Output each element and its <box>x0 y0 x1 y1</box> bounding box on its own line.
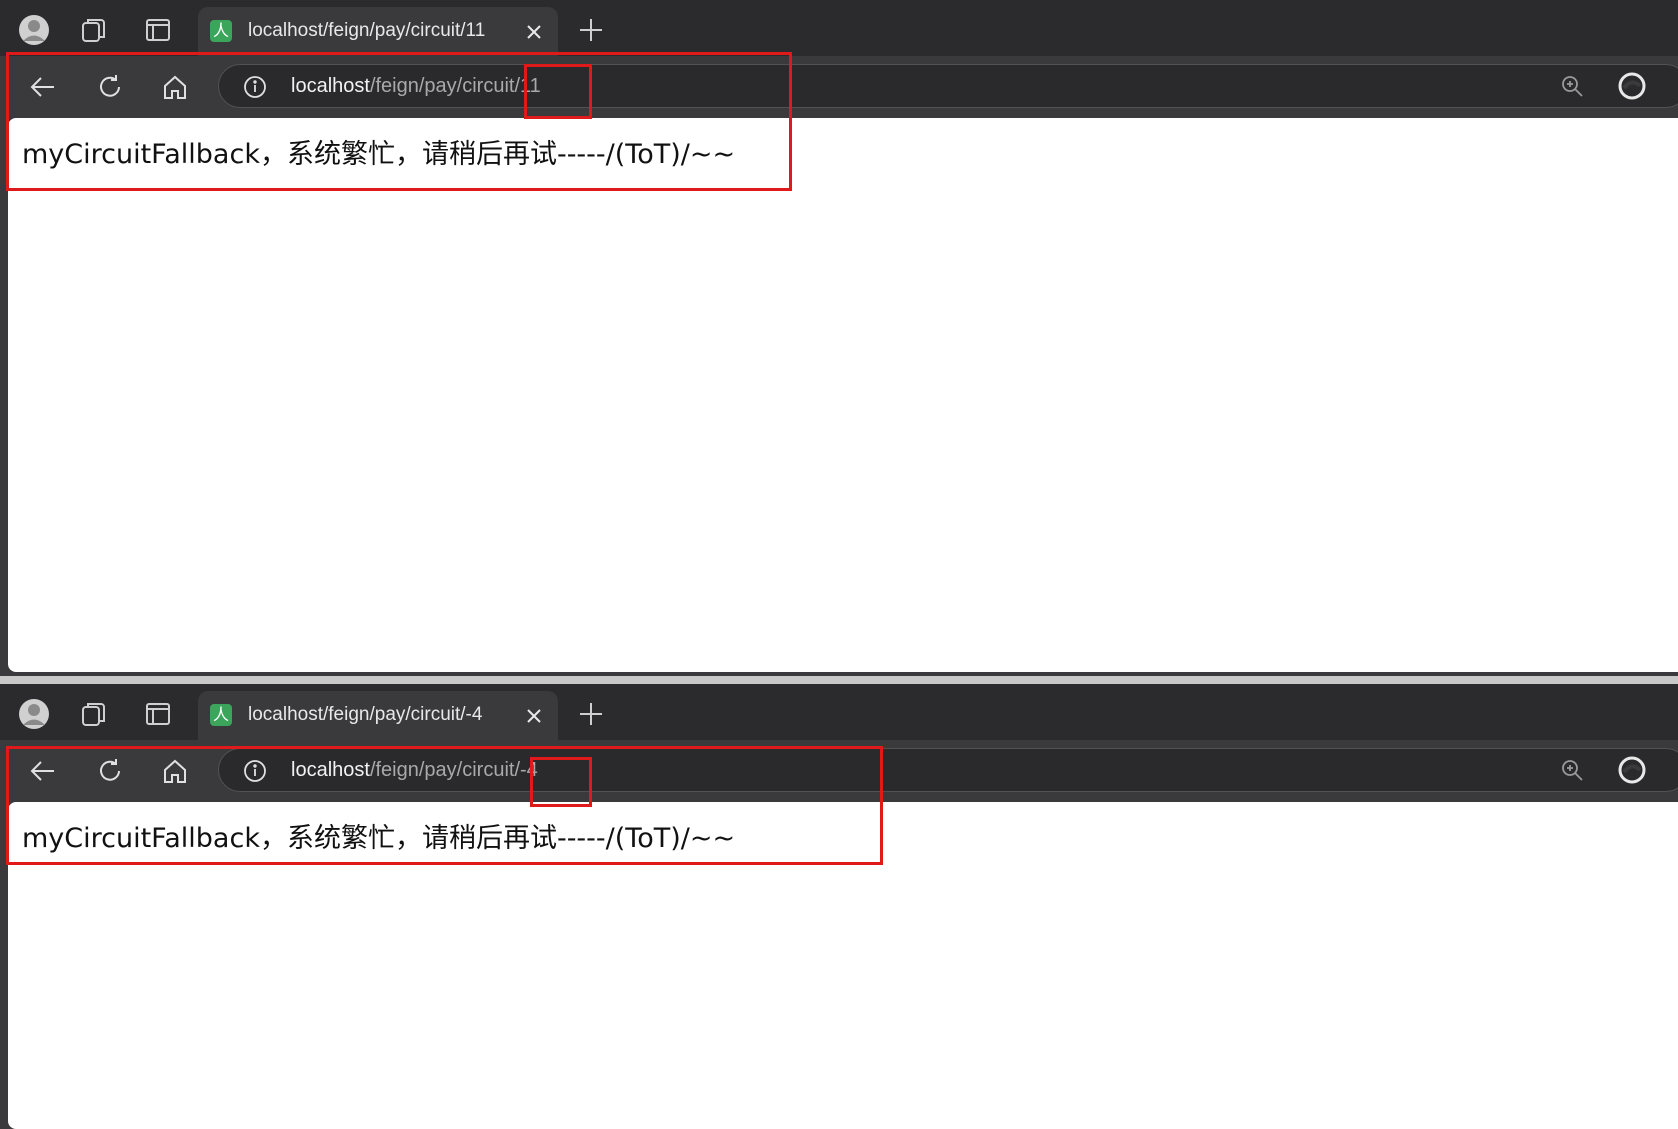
info-icon[interactable] <box>243 759 267 783</box>
close-icon[interactable] <box>524 22 544 42</box>
page-content: myCircuitFallback，系统繁忙，请稍后再试-----/(ToT)/… <box>8 118 1678 672</box>
workspaces-icon[interactable] <box>78 14 110 46</box>
browser-window-1: 人 localhost/feign/pay/circuit/11 localho… <box>0 0 1678 680</box>
zoom-icon[interactable] <box>1560 758 1584 782</box>
url-path: /feign/pay/circuit/11 <box>369 75 541 97</box>
browser-window-2: 人 localhost/feign/pay/circuit/-4 localho… <box>0 684 1678 1129</box>
reload-icon[interactable] <box>95 756 125 786</box>
plus-icon[interactable] <box>578 17 604 43</box>
toolbar: localhost/feign/pay/circuit/11 <box>0 56 1678 116</box>
zoom-icon[interactable] <box>1560 74 1584 98</box>
edge-icon[interactable] <box>1618 756 1646 784</box>
tab-title: localhost/feign/pay/circuit/11 <box>248 20 486 41</box>
url-host: localhost <box>291 759 370 781</box>
workspaces-icon[interactable] <box>78 698 110 730</box>
tab-active[interactable]: 人 localhost/feign/pay/circuit/-4 <box>198 691 558 740</box>
home-icon[interactable] <box>160 756 190 786</box>
url-text[interactable]: localhost/feign/pay/circuit/11 <box>291 75 541 98</box>
close-icon[interactable] <box>524 706 544 726</box>
profile-icon[interactable] <box>18 698 50 730</box>
vertical-tabs-icon[interactable] <box>142 14 174 46</box>
reload-icon[interactable] <box>95 72 125 102</box>
page-content: myCircuitFallback，系统繁忙，请稍后再试-----/(ToT)/… <box>8 802 1678 1129</box>
tab-strip: 人 localhost/feign/pay/circuit/11 <box>0 0 1678 56</box>
back-icon[interactable] <box>28 756 58 786</box>
tab-title: localhost/feign/pay/circuit/-4 <box>248 704 483 725</box>
edge-icon[interactable] <box>1618 72 1646 100</box>
address-bar[interactable]: localhost/feign/pay/circuit/11 <box>218 64 1678 108</box>
home-icon[interactable] <box>160 72 190 102</box>
tab-active[interactable]: 人 localhost/feign/pay/circuit/11 <box>198 7 558 56</box>
toolbar: localhost/feign/pay/circuit/-4 <box>0 740 1678 800</box>
favicon-icon: 人 <box>210 20 232 42</box>
vertical-tabs-icon[interactable] <box>142 698 174 730</box>
fallback-message: myCircuitFallback，系统繁忙，请稍后再试-----/(ToT)/… <box>22 139 736 170</box>
address-bar[interactable]: localhost/feign/pay/circuit/-4 <box>218 748 1678 792</box>
url-text[interactable]: localhost/feign/pay/circuit/-4 <box>291 759 538 782</box>
url-host: localhost <box>291 75 370 97</box>
plus-icon[interactable] <box>578 701 604 727</box>
window-separator <box>0 676 1678 684</box>
url-path: /feign/pay/circuit/-4 <box>369 759 538 781</box>
profile-icon[interactable] <box>18 14 50 46</box>
tab-strip: 人 localhost/feign/pay/circuit/-4 <box>0 684 1678 740</box>
fallback-message: myCircuitFallback，系统繁忙，请稍后再试-----/(ToT)/… <box>22 823 736 854</box>
back-icon[interactable] <box>28 72 58 102</box>
favicon-icon: 人 <box>210 704 232 726</box>
info-icon[interactable] <box>243 75 267 99</box>
